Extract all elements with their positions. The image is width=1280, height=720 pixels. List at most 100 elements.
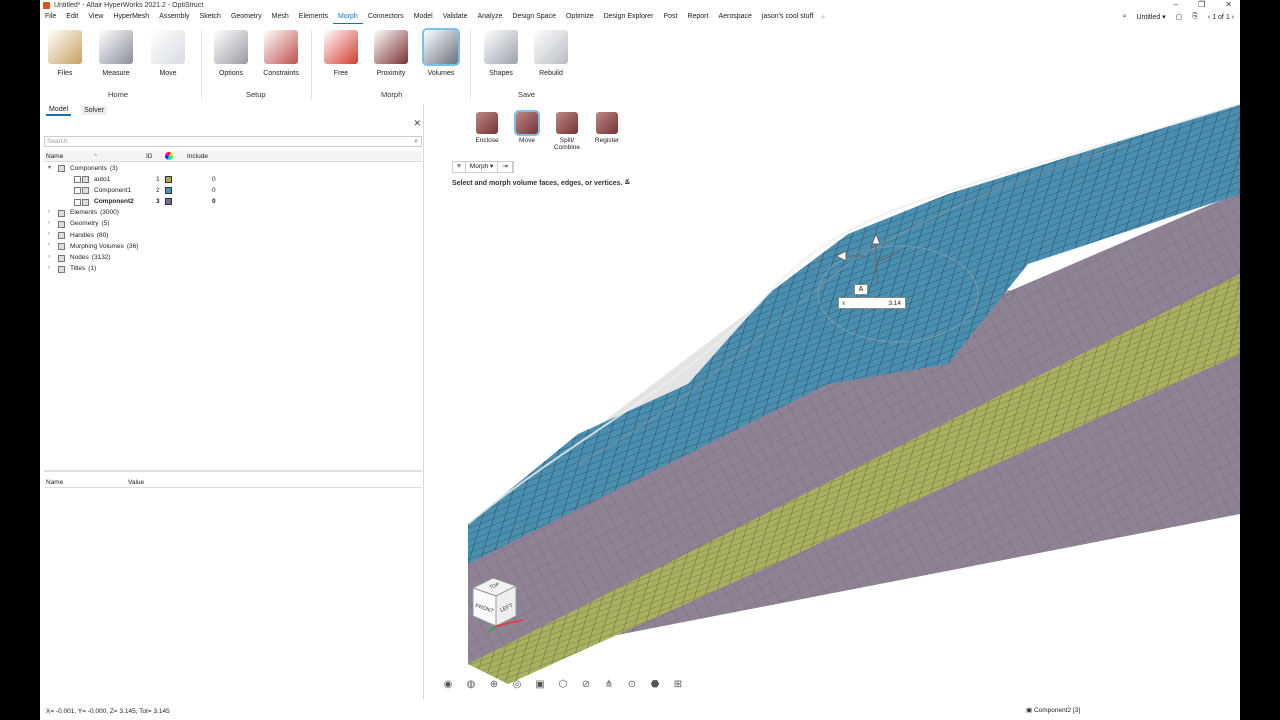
page-navigator[interactable]: ‹ 1 of 1 › [1208, 14, 1234, 21]
view-cube[interactable]: TOP FRONT LEFT [468, 574, 538, 636]
column-include[interactable]: Include [187, 153, 208, 160]
color-wheel-icon[interactable] [165, 152, 173, 160]
tree-item-geometry[interactable]: › Geometry (5) [44, 219, 422, 230]
menu-design-explorer[interactable]: Design Explorer [599, 10, 659, 24]
tab-solver[interactable]: Solver [81, 105, 107, 115]
enclose-icon [476, 112, 498, 134]
subtool-split-combine[interactable]: Split/ Combine [550, 110, 584, 151]
menu-sketch[interactable]: Sketch [195, 10, 226, 24]
menu-validate[interactable]: Validate [438, 10, 473, 24]
menu-report[interactable]: Report [682, 10, 713, 24]
expand-icon[interactable]: › [48, 231, 50, 237]
menu-geometry[interactable]: Geometry [226, 10, 267, 24]
menu-aerospace[interactable]: Aerospace [713, 10, 756, 24]
isolate-icon[interactable]: ▣ [532, 678, 548, 692]
close-window-icon[interactable]: ✕ [1225, 0, 1232, 9]
menu-file[interactable]: File [40, 10, 61, 24]
move-value[interactable]: 3.14 [888, 300, 901, 307]
menu-assembly[interactable]: Assembly [154, 10, 194, 24]
tree-item-titles[interactable]: › Titles (1) [44, 264, 422, 275]
ribbon-tool-volumes[interactable]: Volumes [418, 26, 464, 77]
menu-morph[interactable]: Morph [332, 10, 363, 24]
coordinate-system-icon[interactable]: A [854, 284, 868, 295]
menu-design-space[interactable]: Design Space [507, 10, 561, 24]
expand-icon[interactable]: › [48, 220, 50, 226]
menu-elements[interactable]: Elements [294, 10, 333, 24]
color-swatch[interactable] [165, 175, 172, 183]
model-graphics[interactable] [428, 104, 1240, 700]
tree-item-elements[interactable]: › Elements (3000) [44, 208, 422, 219]
tree-item-handles[interactable]: › Handles (80) [44, 230, 422, 241]
menu-edit[interactable]: Edit [61, 10, 83, 24]
column-id[interactable]: ID [146, 153, 153, 160]
visibility-icon[interactable] [74, 176, 81, 184]
tree-item-component2[interactable]: Component2 3 0 [44, 197, 422, 208]
panel-splitter[interactable] [44, 470, 422, 472]
exit-tool-icon[interactable]: ⇥ [498, 162, 513, 172]
expand-icon[interactable]: › [48, 254, 50, 260]
menu-jason-s-cool-stuff[interactable]: jason's cool stuff [757, 10, 818, 24]
subtool-register[interactable]: Register [590, 110, 624, 144]
subtool-move[interactable]: Move [510, 110, 544, 144]
visualization-icon[interactable]: ◍ [463, 678, 479, 692]
menu-hypermesh[interactable]: HyperMesh [108, 10, 154, 24]
add-menu-icon[interactable]: + [820, 12, 825, 22]
restore-icon[interactable]: ❐ [1198, 0, 1205, 9]
tree-item-morphing-volumes[interactable]: › Morphing Volumes (36) [44, 241, 422, 252]
search-icon[interactable]: ⌕ [414, 137, 418, 146]
ribbon-tool-constraints[interactable]: Constraints [258, 26, 304, 77]
ribbon-tool-rebuild[interactable]: Rebuild [528, 26, 574, 77]
expand-icon[interactable]: › [48, 209, 50, 215]
expand-icon[interactable]: › [48, 265, 50, 271]
session-dropdown[interactable]: Untitled ▾ [1136, 13, 1165, 21]
ribbon-tool-proximity[interactable]: Proximity [368, 26, 414, 77]
column-name[interactable]: Name [46, 153, 63, 160]
measure-view-icon[interactable]: ⊘ [578, 678, 594, 692]
graphics-viewport[interactable]: Enclose Move Split/ Combine Register ≡ Morp… [428, 104, 1240, 700]
menu-view[interactable]: View [83, 10, 108, 24]
lock-view-icon[interactable]: ⊞ [670, 678, 686, 692]
tree-item-auto1[interactable]: auto1 1 0 [44, 174, 422, 185]
minimize-icon[interactable]: – [1174, 0, 1178, 9]
color-swatch[interactable] [165, 186, 172, 194]
search-input[interactable]: Search ⌕ [44, 136, 422, 147]
visibility-icon[interactable] [74, 187, 81, 195]
fit-view-icon[interactable]: ⬣ [647, 678, 663, 692]
section-cut-icon[interactable]: ⊕ [486, 678, 502, 692]
menu-post[interactable]: Post [658, 10, 682, 24]
show-hide-icon[interactable]: ◎ [509, 678, 525, 692]
tree-item-components[interactable]: ▾ Components (3) [44, 163, 422, 174]
collapse-icon[interactable]: ▾ [48, 164, 51, 171]
close-panel-icon[interactable]: ✕ [413, 118, 421, 129]
menu-optimize[interactable]: Optimize [561, 10, 599, 24]
mask-icon[interactable]: ⬡ [555, 678, 571, 692]
triad-icon[interactable]: ⋔ [601, 678, 617, 692]
ribbon-tool-options[interactable]: Options [208, 26, 254, 77]
search-icon[interactable]: ⌕ [1123, 13, 1127, 21]
menu-connectors[interactable]: Connectors [363, 10, 409, 24]
expand-icon[interactable]: › [48, 242, 50, 248]
menu-mesh[interactable]: Mesh [267, 10, 294, 24]
zoom-icon[interactable]: ⊙ [624, 678, 640, 692]
move-value-input[interactable]: x 3.14 [838, 297, 906, 309]
ribbon-tool-files[interactable]: Files [42, 26, 88, 77]
ribbon-tool-measure[interactable]: Measure [93, 26, 139, 77]
color-swatch[interactable] [165, 198, 172, 206]
tree-item-nodes[interactable]: › Nodes (3132) [44, 253, 422, 264]
visibility-icon[interactable] [74, 198, 81, 206]
ribbon-tool-move[interactable]: Move [145, 26, 191, 77]
menu-model[interactable]: Model [409, 10, 438, 24]
current-selection[interactable]: ▣ Component2 [3] [1026, 706, 1080, 714]
menu-analyze[interactable]: Analyze [472, 10, 507, 24]
sort-icon[interactable]: ^ [94, 153, 97, 160]
morph-dropdown[interactable]: Morph ▾ [466, 162, 499, 172]
options-menu-icon[interactable]: ≡ [453, 162, 466, 172]
rotate-view-icon[interactable]: ◉ [440, 678, 456, 692]
ribbon-tool-shapes[interactable]: Shapes [478, 26, 524, 77]
tree-item-component1[interactable]: Component1 2 0 [44, 185, 422, 196]
subtool-enclose[interactable]: Enclose [470, 110, 504, 144]
add-page-icon[interactable]: ⎘ [1192, 13, 1198, 21]
page-icon[interactable]: ▢ [1176, 13, 1183, 21]
tab-model[interactable]: Model [46, 105, 72, 116]
ribbon-tool-free[interactable]: Free [318, 26, 364, 77]
